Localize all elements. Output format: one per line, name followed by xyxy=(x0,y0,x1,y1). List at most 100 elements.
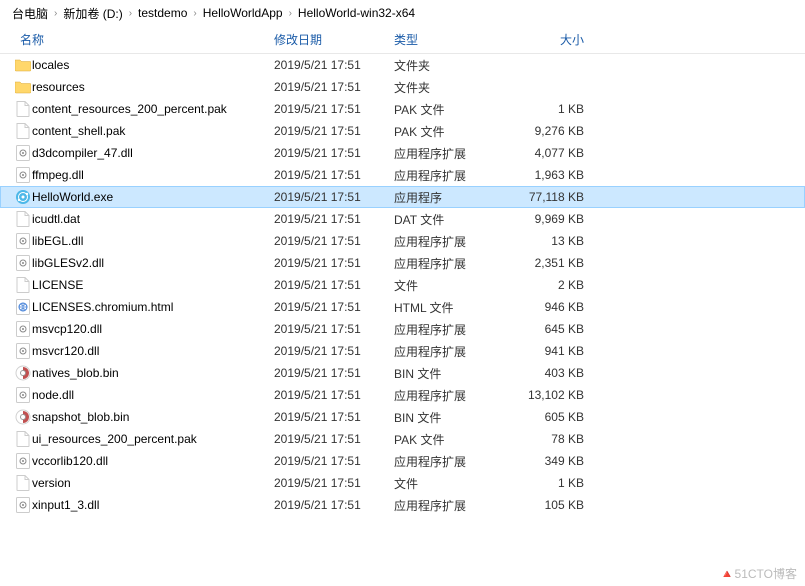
file-date: 2019/5/21 17:51 xyxy=(274,234,394,248)
dll-icon xyxy=(14,497,32,513)
file-row[interactable]: vccorlib120.dll2019/5/21 17:51应用程序扩展349 … xyxy=(0,450,805,472)
dll-icon xyxy=(14,167,32,183)
file-row[interactable]: content_shell.pak2019/5/21 17:51PAK 文件9,… xyxy=(0,120,805,142)
file-row[interactable]: LICENSES.chromium.html2019/5/21 17:51HTM… xyxy=(0,296,805,318)
breadcrumb: 台电脑›新加卷 (D:)›testdemo›HelloWorldApp›Hell… xyxy=(0,0,805,26)
file-name: LICENSE xyxy=(32,278,274,292)
column-header-name[interactable]: 名称 xyxy=(14,31,274,48)
file-icon xyxy=(14,123,32,139)
dll-icon xyxy=(14,145,32,161)
file-date: 2019/5/21 17:51 xyxy=(274,432,394,446)
breadcrumb-item[interactable]: testdemo xyxy=(134,6,191,20)
chevron-right-icon: › xyxy=(52,8,59,19)
file-type: DAT 文件 xyxy=(394,211,514,228)
file-row[interactable]: content_resources_200_percent.pak2019/5/… xyxy=(0,98,805,120)
file-row[interactable]: snapshot_blob.bin2019/5/21 17:51BIN 文件60… xyxy=(0,406,805,428)
file-date: 2019/5/21 17:51 xyxy=(274,454,394,468)
file-icon xyxy=(14,211,32,227)
file-name: snapshot_blob.bin xyxy=(32,410,274,424)
file-name: vccorlib120.dll xyxy=(32,454,274,468)
file-size: 13 KB xyxy=(514,234,594,248)
file-size: 13,102 KB xyxy=(514,388,594,402)
column-header-type[interactable]: 类型 xyxy=(394,31,514,48)
file-name: libEGL.dll xyxy=(32,234,274,248)
file-size: 645 KB xyxy=(514,322,594,336)
file-type: PAK 文件 xyxy=(394,431,514,448)
file-row[interactable]: msvcr120.dll2019/5/21 17:51应用程序扩展941 KB xyxy=(0,340,805,362)
breadcrumb-item[interactable]: HelloWorld-win32-x64 xyxy=(294,6,419,20)
file-name: d3dcompiler_47.dll xyxy=(32,146,274,160)
file-size: 77,118 KB xyxy=(514,190,594,204)
file-type: 应用程序扩展 xyxy=(394,453,514,470)
column-header-size[interactable]: 大小 xyxy=(514,31,594,48)
file-type: BIN 文件 xyxy=(394,409,514,426)
file-size: 946 KB xyxy=(514,300,594,314)
file-name: resources xyxy=(32,80,274,94)
file-date: 2019/5/21 17:51 xyxy=(274,58,394,72)
file-row[interactable]: ui_resources_200_percent.pak2019/5/21 17… xyxy=(0,428,805,450)
file-row[interactable]: node.dll2019/5/21 17:51应用程序扩展13,102 KB xyxy=(0,384,805,406)
file-date: 2019/5/21 17:51 xyxy=(274,498,394,512)
file-type: PAK 文件 xyxy=(394,123,514,140)
file-type: 文件夹 xyxy=(394,57,514,74)
file-size: 9,276 KB xyxy=(514,124,594,138)
file-name: libGLESv2.dll xyxy=(32,256,274,270)
file-name: ffmpeg.dll xyxy=(32,168,274,182)
column-headers: 名称 修改日期 类型 大小 xyxy=(0,26,805,54)
file-row[interactable]: version2019/5/21 17:51文件1 KB xyxy=(0,472,805,494)
file-icon xyxy=(14,101,32,117)
file-row[interactable]: natives_blob.bin2019/5/21 17:51BIN 文件403… xyxy=(0,362,805,384)
file-row[interactable]: msvcp120.dll2019/5/21 17:51应用程序扩展645 KB xyxy=(0,318,805,340)
file-name: natives_blob.bin xyxy=(32,366,274,380)
file-date: 2019/5/21 17:51 xyxy=(274,212,394,226)
dll-icon xyxy=(14,387,32,403)
file-row[interactable]: libEGL.dll2019/5/21 17:51应用程序扩展13 KB xyxy=(0,230,805,252)
file-date: 2019/5/21 17:51 xyxy=(274,476,394,490)
file-type: 应用程序扩展 xyxy=(394,497,514,514)
file-name: HelloWorld.exe xyxy=(32,190,274,204)
file-row[interactable]: locales2019/5/21 17:51文件夹 xyxy=(0,54,805,76)
file-row[interactable]: d3dcompiler_47.dll2019/5/21 17:51应用程序扩展4… xyxy=(0,142,805,164)
dll-icon xyxy=(14,321,32,337)
file-type: 应用程序扩展 xyxy=(394,255,514,272)
file-name: LICENSES.chromium.html xyxy=(32,300,274,314)
chevron-right-icon: › xyxy=(191,8,198,19)
folder-icon xyxy=(14,80,32,94)
column-header-modified[interactable]: 修改日期 xyxy=(274,31,394,48)
file-type: 应用程序扩展 xyxy=(394,343,514,360)
chevron-right-icon: › xyxy=(127,8,134,19)
file-row[interactable]: icudtl.dat2019/5/21 17:51DAT 文件9,969 KB xyxy=(0,208,805,230)
file-date: 2019/5/21 17:51 xyxy=(274,146,394,160)
file-row[interactable]: LICENSE2019/5/21 17:51文件2 KB xyxy=(0,274,805,296)
file-icon xyxy=(14,277,32,293)
breadcrumb-item[interactable]: 台电脑 xyxy=(8,5,52,22)
file-row[interactable]: HelloWorld.exe2019/5/21 17:51应用程序77,118 … xyxy=(0,186,805,208)
file-size: 2 KB xyxy=(514,278,594,292)
file-size: 403 KB xyxy=(514,366,594,380)
file-type: 应用程序 xyxy=(394,189,514,206)
file-name: version xyxy=(32,476,274,490)
file-row[interactable]: libGLESv2.dll2019/5/21 17:51应用程序扩展2,351 … xyxy=(0,252,805,274)
bin-icon xyxy=(14,409,32,425)
file-date: 2019/5/21 17:51 xyxy=(274,410,394,424)
file-type: 应用程序扩展 xyxy=(394,145,514,162)
breadcrumb-item[interactable]: HelloWorldApp xyxy=(199,6,287,20)
file-size: 1 KB xyxy=(514,476,594,490)
file-row[interactable]: resources2019/5/21 17:51文件夹 xyxy=(0,76,805,98)
file-type: 文件 xyxy=(394,277,514,294)
file-icon xyxy=(14,431,32,447)
dll-icon xyxy=(14,453,32,469)
file-type: PAK 文件 xyxy=(394,101,514,118)
file-size: 941 KB xyxy=(514,344,594,358)
file-type: 文件 xyxy=(394,475,514,492)
dll-icon xyxy=(14,233,32,249)
file-date: 2019/5/21 17:51 xyxy=(274,168,394,182)
file-name: ui_resources_200_percent.pak xyxy=(32,432,274,446)
file-size: 349 KB xyxy=(514,454,594,468)
file-row[interactable]: ffmpeg.dll2019/5/21 17:51应用程序扩展1,963 KB xyxy=(0,164,805,186)
bin-icon xyxy=(14,365,32,381)
chevron-right-icon: › xyxy=(287,8,294,19)
file-name: msvcr120.dll xyxy=(32,344,274,358)
file-row[interactable]: xinput1_3.dll2019/5/21 17:51应用程序扩展105 KB xyxy=(0,494,805,516)
breadcrumb-item[interactable]: 新加卷 (D:) xyxy=(59,5,126,22)
